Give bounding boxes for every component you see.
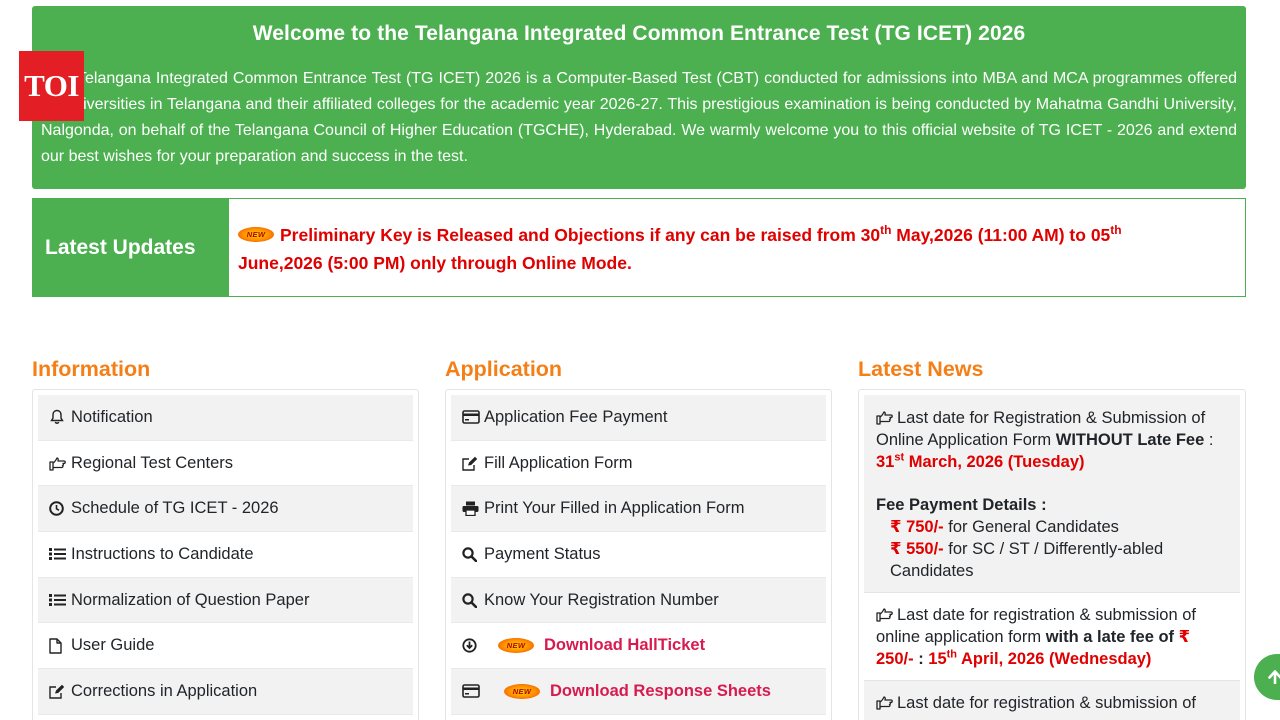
application-title: Application — [445, 357, 563, 381]
credit-card-icon — [462, 410, 484, 425]
menu-item-label: Print Your Filled in Application Form — [484, 499, 745, 518]
menu-item-label: Know Your Registration Number — [484, 590, 719, 609]
menu-item-payment-status[interactable]: Payment Status — [451, 532, 826, 578]
news-date: 15th April, 2026 (Wednesday) — [928, 648, 1152, 668]
menu-item-label: Regional Test Centers — [71, 453, 234, 472]
menu-item-label: Notification — [71, 407, 153, 426]
welcome-title: Welcome to the Telangana Integrated Comm… — [252, 22, 1026, 45]
application-list: Application Fee Payment Fill Application… — [445, 389, 832, 720]
news-text: Last date for registration & submission … — [897, 694, 1196, 712]
update-text-part: Preliminary Key is Released and Objectio… — [280, 225, 881, 245]
news-date-sup: st — [894, 451, 905, 464]
fee-line: ₹ 750/- for General Candidates — [876, 516, 1228, 538]
clock-icon — [49, 501, 71, 517]
news-date-day: 31 — [876, 453, 895, 471]
news-item[interactable]: Last date for registration & submission … — [864, 593, 1240, 681]
arrow-up-icon — [1268, 670, 1280, 684]
list-icon — [49, 547, 71, 561]
menu-item-label: Corrections in Application — [71, 681, 258, 700]
menu-item-label: Application Fee Payment — [484, 407, 668, 426]
menu-item-label: Normalization of Question Paper — [71, 590, 310, 609]
new-icon: NEW — [498, 638, 534, 654]
menu-item-download-response-sheets[interactable]: NEW Download Response Sheets — [451, 669, 826, 715]
file-icon — [49, 638, 71, 654]
update-text-part: June,2026 (5:00 PM) only through Online … — [238, 253, 632, 273]
update-text-part: May,2026 (11:00 AM) to 05 — [891, 225, 1111, 245]
list-icon — [49, 593, 71, 607]
fee-text: for General Candidates — [943, 518, 1119, 536]
scroll-top-button[interactable] — [1254, 654, 1280, 700]
welcome-banner: Welcome to the Telangana Integrated Comm… — [32, 6, 1246, 189]
menu-item-label: Fill Application Form — [484, 453, 633, 472]
latest-news-list: Last date for Registration & Submission … — [858, 389, 1246, 720]
hand-point-right-icon — [876, 695, 893, 710]
download-icon — [462, 638, 484, 653]
menu-item-know-registration-number[interactable]: Know Your Registration Number — [451, 577, 826, 624]
menu-item-regional-test-centers[interactable]: Regional Test Centers — [38, 441, 413, 487]
welcome-text: Telangana Integrated Common Entrance Tes… — [41, 70, 1237, 165]
fee-amount: ₹ 550/- — [890, 540, 944, 558]
new-icon: NEW — [504, 683, 540, 699]
news-sep: : — [913, 650, 929, 668]
news-date-day: 15 — [928, 650, 947, 668]
latest-news-title: Latest News — [858, 357, 984, 381]
menu-item-label: Payment Status — [484, 544, 601, 563]
news-bold: with a late fee of — [1045, 628, 1175, 646]
update-sup: th — [1110, 223, 1122, 238]
latest-updates-label: Latest Updates — [33, 199, 229, 296]
news-date-rest: April, 2026 (Wednesday) — [957, 650, 1152, 668]
new-icon: NEW — [238, 226, 274, 242]
news-sep: : — [1204, 431, 1214, 449]
menu-item-instructions[interactable]: Instructions to Candidate — [38, 532, 413, 578]
menu-item-label: Download Response Sheets — [550, 681, 771, 700]
menu-item-label: Instructions to Candidate — [71, 544, 254, 563]
latest-updates-panel: Latest Updates NEW Preliminary Key is Rel… — [32, 198, 1246, 297]
fee-line: ₹ 550/- for SC / ST / Differently-abled … — [876, 538, 1228, 582]
menu-item-download-hallticket[interactable]: NEW Download HallTicket — [451, 623, 826, 670]
latest-updates-text[interactable]: NEW Preliminary Key is Released and Objec… — [238, 221, 1185, 277]
menu-item-normalization[interactable]: Normalization of Question Paper — [38, 577, 413, 624]
news-date-sup: th — [946, 648, 958, 661]
news-item[interactable]: Last date for Registration & Submission … — [864, 395, 1240, 593]
hand-point-right-icon — [876, 607, 893, 622]
menu-item-label: Download HallTicket — [544, 636, 706, 655]
menu-item-user-guide[interactable]: User Guide — [38, 623, 413, 670]
news-date: 31st March, 2026 (Tuesday) — [876, 451, 1085, 471]
hand-point-right-icon — [49, 456, 71, 471]
fee-heading: Fee Payment Details : — [876, 496, 1047, 514]
edit-icon — [462, 456, 484, 471]
print-icon — [462, 501, 484, 517]
menu-item-label: User Guide — [71, 636, 155, 655]
menu-item-fill-application-form[interactable]: Fill Application Form — [451, 441, 826, 487]
update-sup: th — [880, 223, 892, 238]
credit-card-icon — [462, 684, 484, 699]
information-list: Notification Regional Test Centers Sched… — [32, 389, 419, 720]
menu-item-schedule[interactable]: Schedule of TG ICET - 2026 — [38, 486, 413, 533]
fee-amount: ₹ 750/- — [890, 518, 944, 536]
menu-item-corrections[interactable]: Corrections in Application — [38, 669, 413, 715]
hand-point-right-icon — [876, 410, 893, 425]
search-icon — [462, 592, 484, 608]
news-date-rest: March, 2026 (Tuesday) — [904, 453, 1085, 471]
news-item[interactable]: Last date for registration & submission … — [864, 681, 1240, 720]
menu-item-application-fee-payment[interactable]: Application Fee Payment — [451, 395, 826, 441]
menu-item-print-application-form[interactable]: Print Your Filled in Application Form — [451, 486, 826, 533]
news-bold: WITHOUT Late Fee — [1055, 431, 1205, 449]
menu-item-notification[interactable]: Notification — [38, 395, 413, 441]
toi-logo: TOI — [19, 51, 84, 121]
information-title: Information — [32, 357, 151, 381]
edit-icon — [49, 684, 71, 699]
menu-item-label: Schedule of TG ICET - 2026 — [71, 499, 279, 518]
search-icon — [462, 547, 484, 562]
bell-icon — [49, 409, 71, 425]
